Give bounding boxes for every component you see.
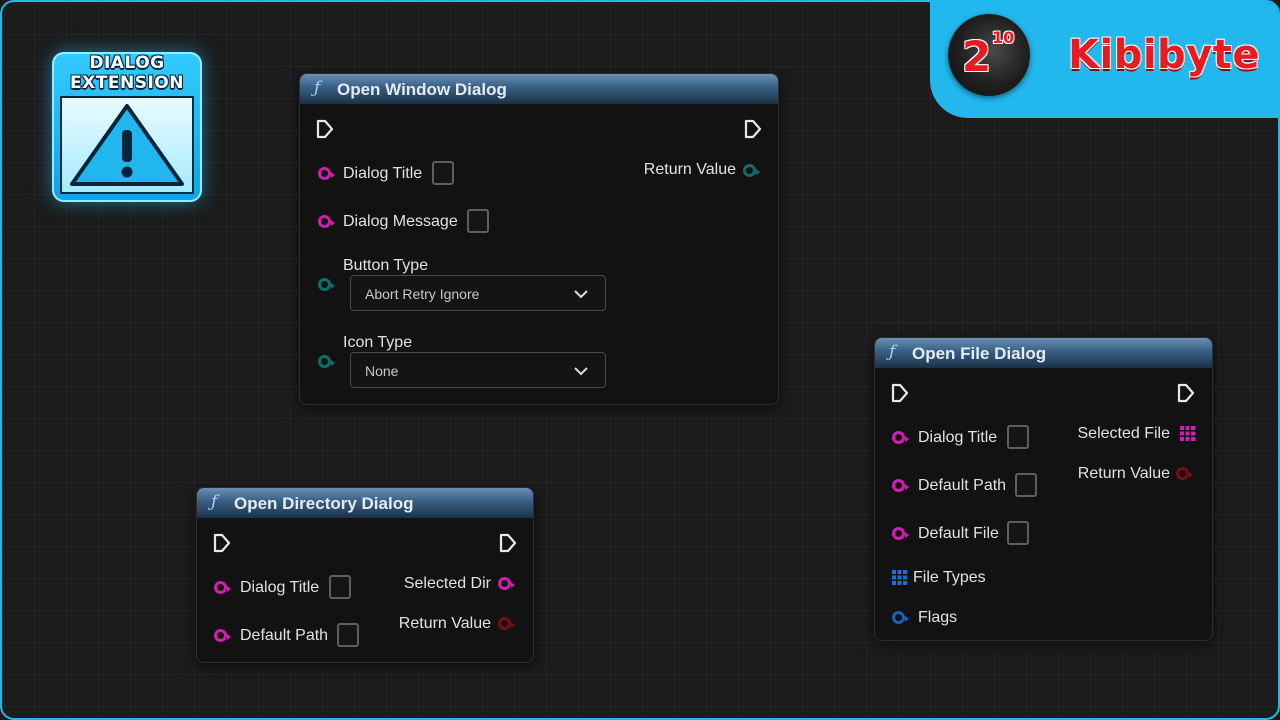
button-type-dropdown[interactable]: Abort Retry Ignore bbox=[350, 275, 606, 311]
kibibyte-logo-disc: 2 10 bbox=[948, 14, 1030, 96]
dialog-title-checkbox[interactable] bbox=[329, 575, 351, 599]
blueprint-canvas[interactable]: DIALOG EXTENSION 2 10 Kibibyte ƒ Open Wi… bbox=[0, 0, 1280, 720]
function-icon: ƒ bbox=[314, 78, 321, 98]
selected-file-label: Selected File bbox=[1077, 425, 1171, 442]
dialog-title-pin[interactable] bbox=[892, 431, 909, 444]
dialog-title-label: Dialog Title bbox=[240, 579, 320, 596]
exec-in-pin-icon[interactable] bbox=[213, 533, 231, 553]
default-path-checkbox[interactable] bbox=[337, 623, 359, 647]
node-open-file-dialog[interactable]: ƒ Open File Dialog Dialog Title Default … bbox=[874, 337, 1213, 641]
exec-out-pin-icon[interactable] bbox=[744, 119, 762, 139]
warning-triangle-icon bbox=[70, 104, 184, 186]
default-path-pin[interactable] bbox=[214, 629, 231, 642]
logo-line-2: EXTENSION bbox=[70, 73, 184, 93]
file-types-label: File Types bbox=[913, 569, 986, 586]
dialog-message-checkbox[interactable] bbox=[467, 209, 489, 233]
node-open-directory-dialog[interactable]: ƒ Open Directory Dialog Dialog Title Def… bbox=[196, 487, 534, 663]
node-header[interactable]: ƒ Open Window Dialog bbox=[300, 74, 778, 104]
dialog-title-pin[interactable] bbox=[318, 167, 335, 180]
return-value-pin[interactable] bbox=[743, 164, 760, 177]
node-title: Open Window Dialog bbox=[337, 80, 507, 99]
icon-type-value: None bbox=[365, 363, 399, 379]
button-type-value: Abort Retry Ignore bbox=[365, 286, 480, 302]
function-icon: ƒ bbox=[211, 492, 218, 512]
dialog-title-label: Dialog Title bbox=[343, 165, 423, 182]
dialog-message-label: Dialog Message bbox=[343, 213, 458, 230]
exec-out-pin-icon[interactable] bbox=[1177, 383, 1195, 403]
default-path-pin[interactable] bbox=[892, 479, 909, 492]
selected-file-array-pin-icon[interactable] bbox=[1180, 426, 1195, 441]
dialog-title-checkbox[interactable] bbox=[1007, 425, 1029, 449]
dialog-extension-logo: DIALOG EXTENSION bbox=[52, 52, 202, 202]
default-path-label: Default Path bbox=[240, 627, 329, 644]
return-value-pin[interactable] bbox=[498, 617, 515, 630]
exec-out-pin-icon[interactable] bbox=[499, 533, 517, 553]
function-icon: ƒ bbox=[889, 342, 896, 362]
return-value-pin[interactable] bbox=[1176, 467, 1193, 480]
icon-type-pin[interactable] bbox=[318, 355, 335, 368]
icon-type-label: Icon Type bbox=[343, 334, 413, 351]
exec-in-pin-icon[interactable] bbox=[316, 119, 334, 139]
node-title: Open Directory Dialog bbox=[234, 494, 414, 513]
icon-type-dropdown[interactable]: None bbox=[350, 352, 606, 388]
logo-line-1: DIALOG bbox=[89, 53, 165, 73]
selected-dir-pin[interactable] bbox=[498, 577, 515, 590]
brand-base: 2 bbox=[962, 32, 992, 81]
chevron-down-icon bbox=[574, 290, 588, 299]
button-type-label: Button Type bbox=[343, 257, 429, 274]
default-file-label: Default File bbox=[918, 525, 999, 542]
return-value-label: Return Value bbox=[1077, 465, 1170, 482]
node-header[interactable]: ƒ Open File Dialog bbox=[875, 338, 1212, 368]
dialog-title-pin[interactable] bbox=[214, 581, 231, 594]
default-path-label: Default Path bbox=[918, 477, 1007, 494]
exec-in-pin-icon[interactable] bbox=[891, 383, 909, 403]
return-value-label: Return Value bbox=[643, 161, 736, 178]
selected-dir-label: Selected Dir bbox=[403, 575, 491, 592]
dialog-message-pin[interactable] bbox=[318, 215, 335, 228]
flags-pin[interactable] bbox=[892, 611, 909, 624]
kibibyte-brand: 2 10 Kibibyte bbox=[930, 2, 1278, 118]
default-file-pin[interactable] bbox=[892, 527, 909, 540]
node-open-window-dialog[interactable]: ƒ Open Window Dialog Dialog Title Dialog… bbox=[299, 73, 779, 405]
default-file-checkbox[interactable] bbox=[1007, 521, 1029, 545]
default-path-checkbox[interactable] bbox=[1015, 473, 1037, 497]
node-header[interactable]: ƒ Open Directory Dialog bbox=[197, 488, 533, 518]
flags-label: Flags bbox=[918, 609, 958, 626]
return-value-label: Return Value bbox=[398, 615, 491, 632]
dialog-title-label: Dialog Title bbox=[918, 429, 998, 446]
file-types-array-pin-icon[interactable] bbox=[892, 570, 907, 585]
dialog-title-checkbox[interactable] bbox=[432, 161, 454, 185]
button-type-pin[interactable] bbox=[318, 278, 335, 291]
node-title: Open File Dialog bbox=[912, 344, 1047, 363]
logo-panel bbox=[60, 96, 194, 194]
brand-exponent: 10 bbox=[992, 28, 1015, 47]
chevron-down-icon bbox=[574, 367, 588, 376]
brand-name: Kibibyte bbox=[1068, 32, 1261, 78]
